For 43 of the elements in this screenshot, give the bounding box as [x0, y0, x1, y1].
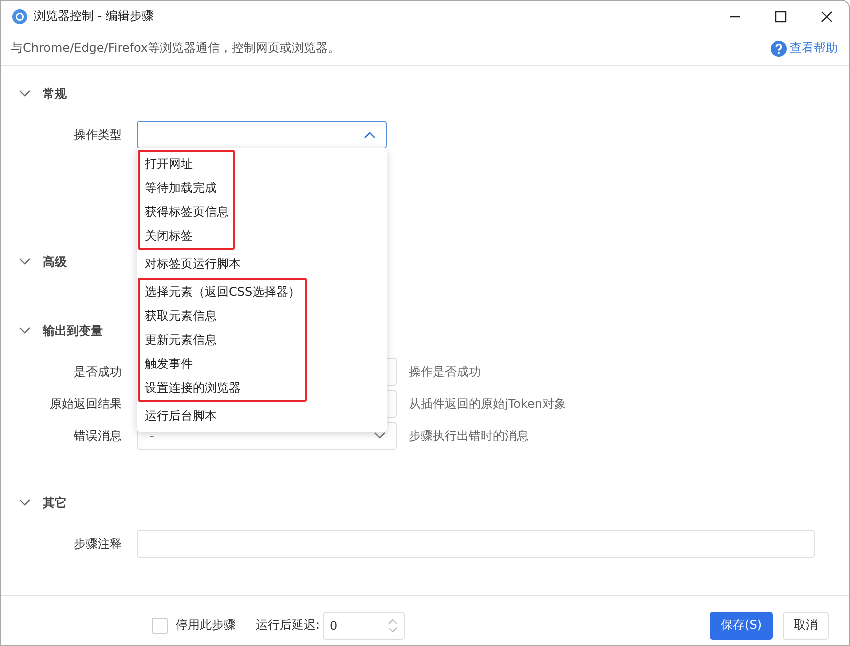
note-field[interactable]: [137, 530, 815, 558]
window-title: 浏览器控制 - 编辑步骤: [34, 8, 154, 25]
dropdown-select[interactable]: [137, 121, 387, 149]
delay-label: 运行后延迟:: [256, 617, 320, 634]
dropdown-option[interactable]: 等待加载完成: [145, 176, 229, 200]
field-label: 错误消息: [73, 428, 123, 444]
field-label: 步骤注释: [73, 536, 123, 552]
chevron-icon[interactable]: [19, 327, 31, 335]
dropdown-option[interactable]: 更新元素信息: [145, 328, 301, 352]
field-label: 原始返回结果: [49, 396, 123, 412]
dropdown-option[interactable]: 获得标签页信息: [145, 200, 229, 224]
checkbox-label: 停用此步骤: [176, 617, 236, 634]
section-title: 输出到变量: [43, 322, 103, 340]
dropdown-option[interactable]: 打开网址: [145, 152, 229, 176]
description-text: 与Chrome/Edge/Firefox等浏览器通信，控制网页或浏览器。: [11, 40, 340, 57]
cancel-button[interactable]: 取消: [783, 612, 829, 640]
chevron-icon[interactable]: [19, 258, 31, 266]
section-title: 高级: [43, 254, 67, 270]
dropdown-option[interactable]: 设置连接的浏览器: [145, 376, 301, 400]
help-icon[interactable]: [771, 40, 787, 56]
help-link[interactable]: 查看帮助: [790, 40, 838, 57]
section-title: 常规: [43, 86, 67, 102]
maximize-icon[interactable]: [775, 10, 787, 22]
chevron-icon[interactable]: [19, 90, 31, 98]
section-title: 其它: [43, 494, 67, 512]
number-field[interactable]: 0: [323, 612, 406, 640]
chevron-icon[interactable]: [19, 499, 31, 507]
field-hint: 从插件返回的原始jToken对象: [409, 396, 566, 412]
field-label: 是否成功: [73, 364, 123, 380]
chevron-icon: [374, 432, 386, 440]
field-hint: 操作是否成功: [409, 364, 481, 380]
checkbox[interactable]: [152, 618, 168, 634]
chevron-icon: [364, 131, 376, 139]
dropdown-option[interactable]: 选择元素（返回CSS选择器）: [145, 280, 301, 304]
close-icon[interactable]: [821, 10, 833, 22]
browser-logo-icon: [12, 8, 28, 24]
field-label: 操作类型: [73, 126, 123, 144]
field-hint: 步骤执行出错时的消息: [409, 428, 529, 444]
dropdown-option[interactable]: 获取元素信息: [145, 304, 301, 328]
dropdown-option[interactable]: 关闭标签: [145, 224, 229, 248]
dropdown-option[interactable]: 对标签页运行脚本: [145, 252, 241, 276]
save-button[interactable]: 保存(S): [710, 612, 773, 640]
dropdown-option[interactable]: 触发事件: [145, 352, 301, 376]
